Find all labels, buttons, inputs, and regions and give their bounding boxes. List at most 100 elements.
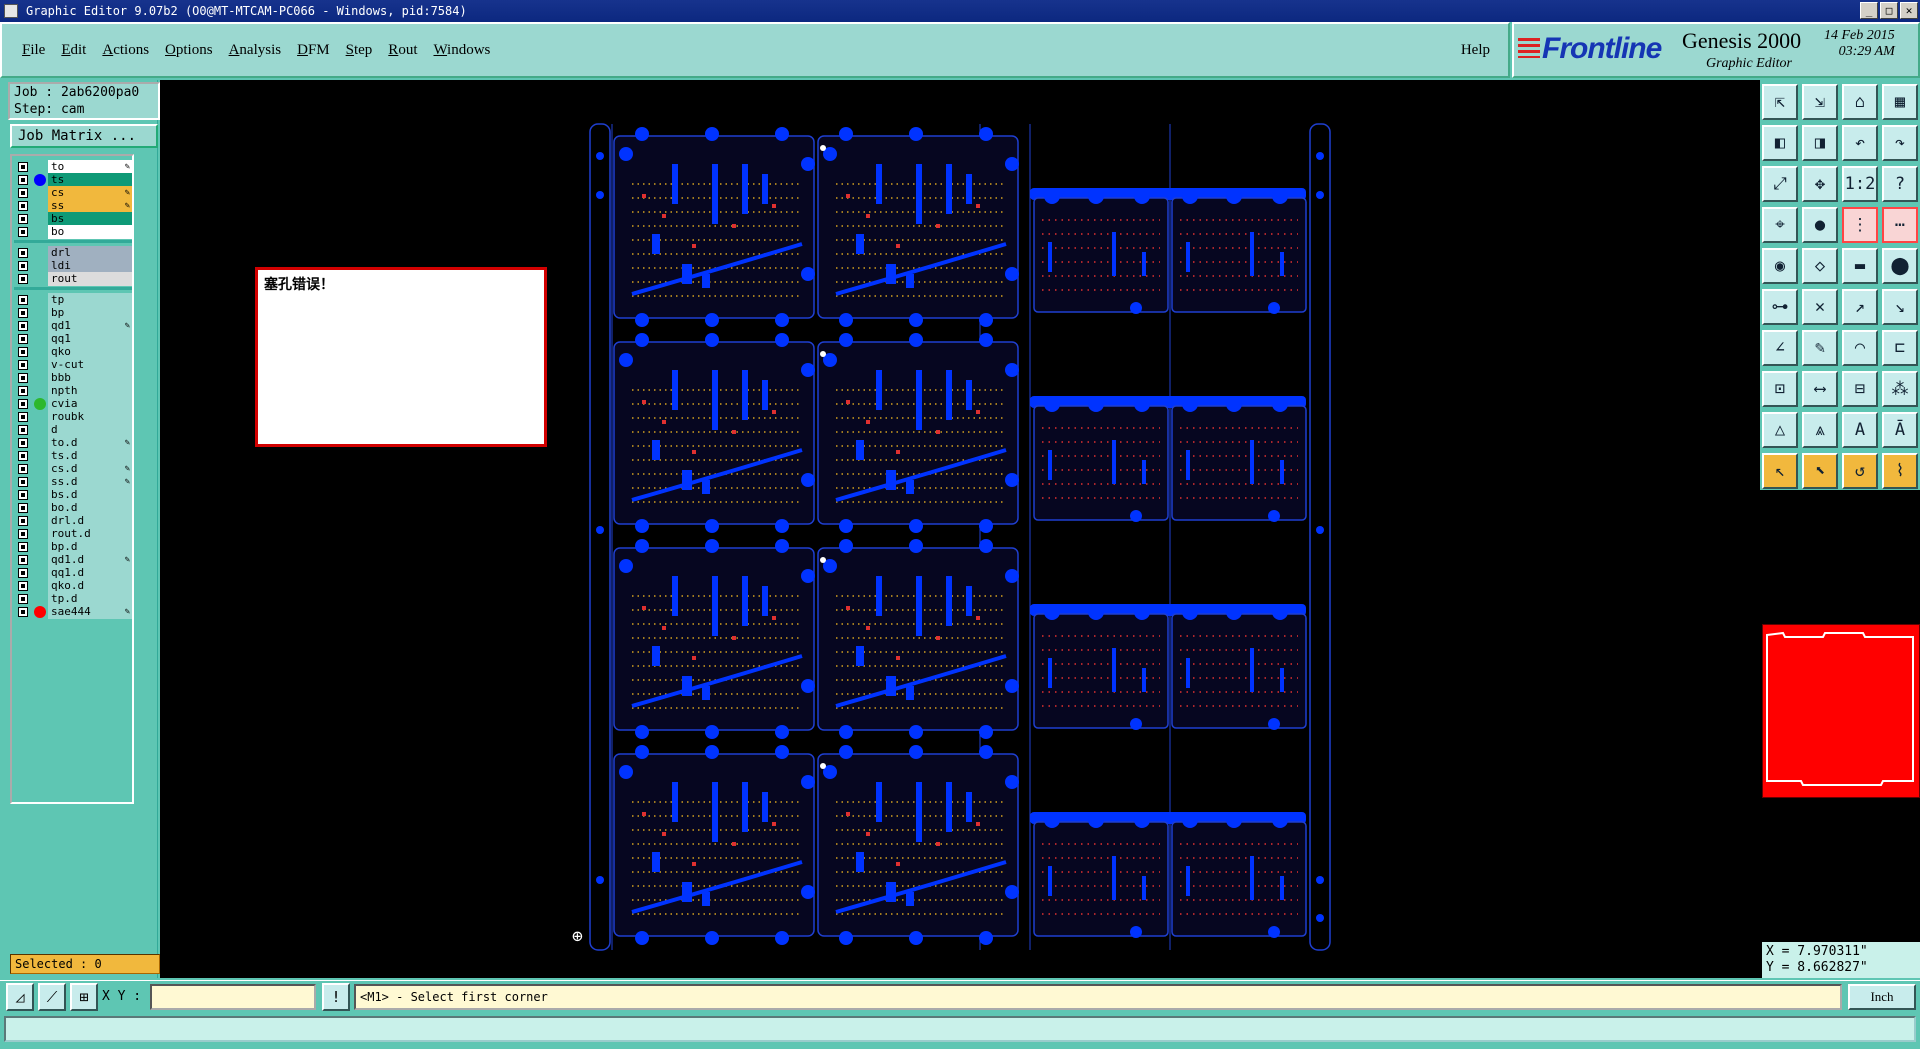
layer-row-tp-d[interactable]: tp.d [14,592,132,606]
layer-checkbox[interactable] [18,295,28,305]
panel-overview-minimap[interactable] [1762,624,1920,798]
xy-input[interactable] [150,984,316,1010]
triangle-dual-icon[interactable]: ⩓ [1802,412,1838,448]
layer-checkbox[interactable] [18,581,28,591]
triangle-icon[interactable]: △ [1762,412,1798,448]
layer-checkbox[interactable] [18,503,28,513]
layer-name[interactable]: drl.d [48,514,132,528]
layer-checkbox[interactable] [18,248,28,258]
pad-icon[interactable]: ◉ [1762,248,1798,284]
layer-row-cvia[interactable]: cvia [14,397,132,411]
menu-actions[interactable]: Actions [94,42,157,59]
layer-name[interactable]: qq1 [48,332,132,346]
layer-name[interactable]: npth [48,384,132,398]
layer-name[interactable]: ldi [48,259,132,273]
menu-analysis[interactable]: Analysis [221,42,290,59]
layer-row-cs-d[interactable]: cs.d [14,462,132,476]
layer-checkbox[interactable] [18,162,28,172]
layer-row-qd1-d[interactable]: qd1.d [14,553,132,567]
layer-name[interactable]: rout.d [48,527,132,541]
layer-checkbox[interactable] [18,464,28,474]
layer-row-cs[interactable]: cs [14,186,132,200]
layer-name[interactable]: qd1 [48,319,132,333]
window-icon[interactable]: ▦ [1882,84,1918,120]
fit-icon[interactable]: ⤢ [1762,166,1798,202]
layer-name[interactable]: bbb [48,371,132,385]
job-matrix-button[interactable]: Job Matrix ... [10,124,158,148]
layer-name[interactable]: rout [48,272,132,286]
layer-name[interactable]: qko [48,345,132,359]
pen-icon[interactable]: ✎ [1802,330,1838,366]
zoom-in-icon[interactable]: ⇱ [1762,84,1798,120]
layer-checkbox[interactable] [18,594,28,604]
layer-name[interactable]: ss.d [48,475,132,489]
layer-name[interactable]: cvia [48,397,132,411]
layer-row-bs-d[interactable]: bs.d [14,488,132,502]
layer-checkbox[interactable] [18,477,28,487]
layer-row-bo-d[interactable]: bo.d [14,501,132,515]
layer-name[interactable]: ss [48,199,132,213]
menu-rout[interactable]: Rout [380,42,425,59]
layer-name[interactable]: to [48,160,132,174]
layer-checkbox[interactable] [18,214,28,224]
zoom-out-icon[interactable]: ⇲ [1802,84,1838,120]
layer-name[interactable]: tp.d [48,592,132,606]
dimension-icon[interactable]: ⊡ [1762,371,1798,407]
layer-row-v-cut[interactable]: v-cut [14,358,132,372]
layer-name[interactable]: v-cut [48,358,132,372]
graphic-canvas[interactable]: ⊕ 塞孔错误！ [160,80,1760,978]
layer-checkbox[interactable] [18,360,28,370]
layer-name[interactable]: bs.d [48,488,132,502]
layer-row-ldi[interactable]: ldi [14,259,132,273]
layer-checkbox[interactable] [18,261,28,271]
split-icon[interactable]: ⟷ [1802,371,1838,407]
layer-row-tp[interactable]: tp [14,293,132,307]
layer-checkbox[interactable] [18,399,28,409]
layer-name[interactable]: qko.d [48,579,132,593]
layer-checkbox[interactable] [18,568,28,578]
layer-name[interactable]: bs [48,212,132,226]
layer-row-qq1-d[interactable]: qq1.d [14,566,132,580]
layer-checkbox[interactable] [18,412,28,422]
layer-row-npth[interactable]: npth [14,384,132,398]
menu-options[interactable]: Options [157,42,221,59]
layer-name[interactable]: cs [48,186,132,200]
layer-row-bo[interactable]: bo [14,225,132,239]
layer-name[interactable]: bo [48,225,132,239]
net-pointer-icon[interactable]: ⌇ [1882,453,1918,489]
maximize-button[interactable]: □ [1880,2,1898,19]
layer-checkbox[interactable] [18,334,28,344]
layer-row-bbb[interactable]: bbb [14,371,132,385]
layer-checkbox[interactable] [18,175,28,185]
cross-icon[interactable]: ✕ [1802,289,1838,325]
layer-name[interactable]: bp [48,306,132,320]
layer-checkbox[interactable] [18,451,28,461]
layer-name[interactable]: ts [48,173,132,187]
pcb-panel-drawing[interactable]: ⊕ [160,80,1760,978]
layer-row-drl-d[interactable]: drl.d [14,514,132,528]
layer-row-rout[interactable]: rout [14,272,132,286]
layer-checkbox[interactable] [18,188,28,198]
minimize-button[interactable]: _ [1860,2,1878,19]
pointer-icon[interactable]: ↖ [1762,453,1798,489]
align-icon[interactable]: ⊟ [1842,371,1878,407]
measure-icon[interactable]: ⟋ [38,983,66,1011]
menu-file[interactable]: File [14,42,53,59]
menu-step[interactable]: Step [338,42,381,59]
group-icon[interactable]: ⁂ [1882,371,1918,407]
layer-name[interactable]: sae444 [48,605,132,619]
circle-icon[interactable]: ⬤ [1882,248,1918,284]
layer-name[interactable]: drl [48,246,132,260]
layer-row-drl[interactable]: drl [14,246,132,260]
layer-row-ts[interactable]: ts [14,173,132,187]
layer-name[interactable]: qd1.d [48,553,132,567]
home-icon[interactable]: ⌂ [1842,84,1878,120]
shape-icon[interactable]: ◇ [1802,248,1838,284]
layer-name[interactable]: cs.d [48,462,132,476]
menu-dfm[interactable]: DFM [289,42,338,59]
layer-name[interactable]: qq1.d [48,566,132,580]
layer-checkbox[interactable] [18,227,28,237]
layer-row-qko-d[interactable]: qko.d [14,579,132,593]
layer-row-roubk[interactable]: roubk [14,410,132,424]
layer-name[interactable]: to.d [48,436,132,450]
